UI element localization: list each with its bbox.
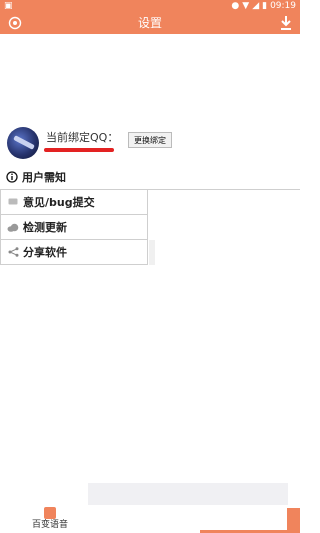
clock: 09:19 bbox=[270, 1, 296, 11]
menu-item-share-app[interactable]: 分享软件 bbox=[0, 240, 155, 265]
redacted-qq-number bbox=[44, 148, 114, 152]
menu-item-label: 检测更新 bbox=[23, 221, 67, 234]
change-binding-button[interactable]: 更换绑定QQ bbox=[128, 132, 172, 148]
settings-menu: 用户需知 意见/bug提交 检测更新 分享软件 bbox=[0, 164, 300, 265]
wifi-icon: ▼ bbox=[242, 1, 250, 11]
account-section: 当前绑定QQ： 更换绑定QQ bbox=[0, 124, 300, 162]
menu-item-feedback[interactable]: 意见/bug提交 bbox=[0, 190, 148, 215]
app-bar: 设置 bbox=[0, 12, 300, 34]
cloud-icon bbox=[6, 220, 20, 234]
info-icon bbox=[5, 170, 19, 184]
menu-item-label: 分享软件 bbox=[23, 246, 67, 259]
list-divider-fragment bbox=[149, 240, 155, 265]
home-icon bbox=[44, 507, 56, 519]
location-icon: ● bbox=[231, 1, 240, 11]
signal-icon: ◢ bbox=[252, 1, 260, 11]
menu-item-label: 意见/bug提交 bbox=[23, 196, 95, 209]
bound-qq-label: 当前绑定QQ： bbox=[46, 131, 119, 144]
message-icon bbox=[6, 195, 20, 209]
menu-item-label: 用户需知 bbox=[22, 170, 66, 184]
menu-item-user-notice[interactable]: 用户需知 bbox=[0, 164, 300, 190]
bottom-nav-voice[interactable]: 百变语音 bbox=[20, 507, 80, 533]
page-title: 设置 bbox=[137, 16, 162, 30]
status-icons: ● ▼ ◢ ▮ 09:19 bbox=[231, 0, 296, 12]
bottom-placeholder bbox=[88, 483, 288, 505]
download-icon[interactable] bbox=[279, 15, 293, 31]
bottom-nav-label: 百变语音 bbox=[31, 520, 68, 530]
menu-item-check-update[interactable]: 检测更新 bbox=[0, 215, 148, 240]
status-bar: ▣ ● ▼ ◢ ▮ 09:19 bbox=[0, 0, 300, 12]
avatar bbox=[7, 127, 39, 159]
share-icon bbox=[6, 245, 20, 259]
battery-icon: ▮ bbox=[262, 1, 268, 11]
notification-icon: ▣ bbox=[4, 1, 13, 11]
